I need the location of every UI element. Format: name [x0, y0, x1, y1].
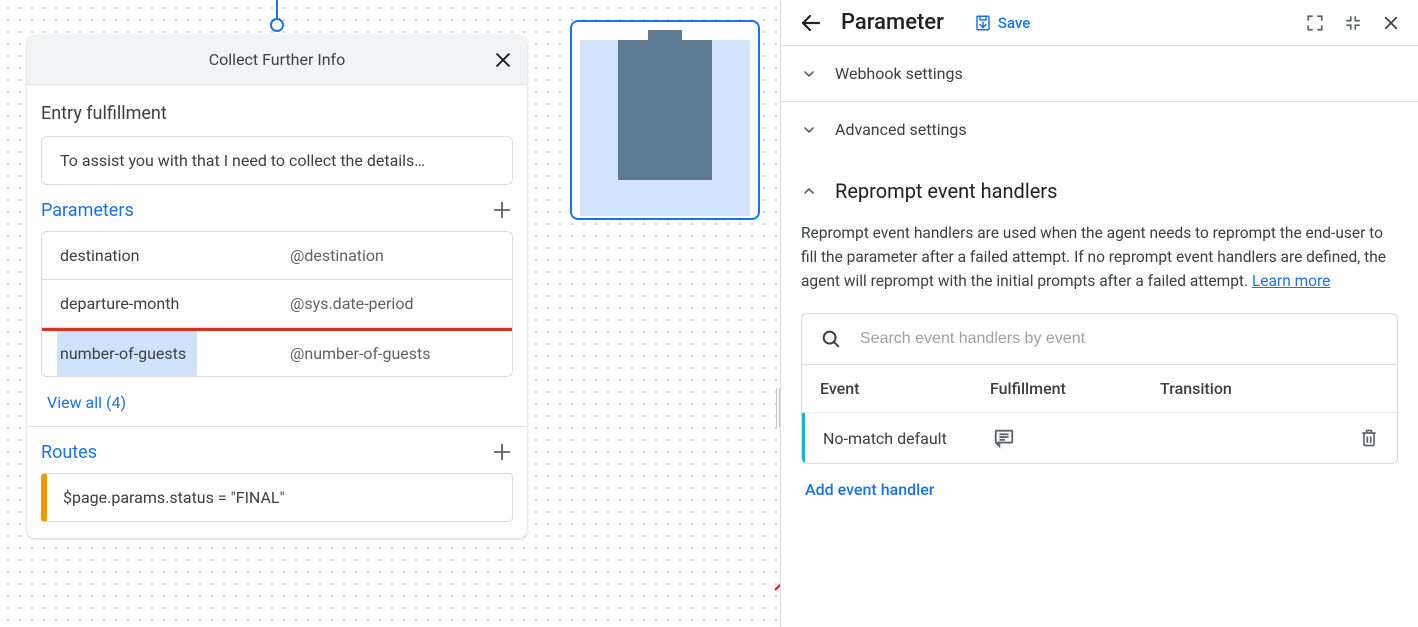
webhook-settings-section[interactable]: Webhook settings [781, 46, 1418, 102]
table-header: Event Fulfillment Transition [802, 365, 1397, 413]
reprompt-description: Reprompt event handlers are used when th… [801, 221, 1398, 293]
fullscreen-exit-icon[interactable] [1344, 14, 1362, 32]
save-label: Save [998, 14, 1030, 32]
route-condition[interactable]: $page.params.status = "FINAL" [41, 473, 513, 522]
parameter-name: destination [60, 246, 290, 265]
highlighted-parameter: number-of-guests @number-of-guests [41, 328, 513, 377]
learn-more-link[interactable]: Learn more [1252, 272, 1330, 290]
parameter-name: departure-month [60, 294, 290, 313]
parameters-heading[interactable]: Parameters [41, 200, 134, 221]
fullscreen-icon[interactable] [1306, 14, 1324, 32]
reprompt-heading-row[interactable]: Reprompt event handlers [801, 179, 1398, 203]
event-name: No-match default [823, 429, 993, 448]
advanced-settings-section[interactable]: Advanced settings [781, 102, 1418, 157]
parameter-entity: @number-of-guests [290, 344, 494, 363]
routes-heading[interactable]: Routes [41, 442, 97, 463]
add-event-handler-button[interactable]: Add event handler [801, 464, 938, 499]
panel-title: Parameter [841, 10, 944, 35]
entry-fulfillment-text[interactable]: To assist you with that I need to collec… [41, 136, 513, 185]
thumbnail-tab [648, 30, 682, 40]
save-icon [974, 14, 992, 32]
save-button[interactable]: Save [974, 14, 1030, 32]
parameter-panel: Parameter Save Webhook settings Advanc [780, 0, 1418, 627]
page-thumbnail[interactable] [570, 20, 760, 220]
panel-header: Parameter Save [781, 0, 1418, 46]
flow-canvas[interactable]: Collect Further Info Entry fulfillment T… [0, 0, 780, 627]
parameter-row[interactable]: departure-month @sys.date-period [42, 280, 512, 328]
close-panel-icon[interactable] [1382, 14, 1400, 32]
view-all-parameters-link[interactable]: View all (4) [41, 377, 513, 418]
delete-icon[interactable] [1359, 428, 1379, 448]
reprompt-section: Reprompt event handlers Reprompt event h… [781, 157, 1418, 519]
connector-dot [270, 18, 284, 32]
col-fulfillment: Fulfillment [990, 379, 1160, 398]
search-input[interactable] [860, 330, 1379, 348]
close-icon[interactable] [493, 50, 513, 70]
advanced-settings-label: Advanced settings [835, 120, 967, 139]
page-card: Collect Further Info Entry fulfillment T… [27, 35, 527, 538]
table-row[interactable]: No-match default [802, 413, 1397, 463]
col-transition: Transition [1160, 379, 1339, 398]
parameters-list: destination @destination departure-month… [41, 231, 513, 377]
chevron-up-icon [801, 183, 817, 199]
add-route-button[interactable] [491, 441, 513, 463]
entry-fulfillment-heading: Entry fulfillment [41, 97, 513, 136]
event-handler-search[interactable] [801, 313, 1398, 365]
chevron-down-icon [801, 66, 817, 82]
parameter-entity: @sys.date-period [290, 294, 494, 313]
chevron-down-icon [801, 122, 817, 138]
page-card-title: Collect Further Info [209, 50, 345, 69]
reprompt-heading: Reprompt event handlers [835, 179, 1057, 203]
parameter-name: number-of-guests [60, 344, 290, 363]
parameter-entity: @destination [290, 246, 494, 265]
event-handler-table: Event Fulfillment Transition No-match de… [801, 365, 1398, 464]
thumbnail-body [580, 40, 750, 216]
add-parameter-button[interactable] [491, 199, 513, 221]
page-card-header: Collect Further Info [27, 35, 527, 85]
webhook-settings-label: Webhook settings [835, 64, 963, 83]
thumbnail-block [618, 40, 712, 180]
back-icon[interactable] [799, 11, 823, 35]
col-event: Event [820, 379, 990, 398]
parameter-row[interactable]: destination @destination [42, 232, 512, 280]
message-icon [993, 427, 1163, 449]
search-icon [820, 328, 842, 350]
